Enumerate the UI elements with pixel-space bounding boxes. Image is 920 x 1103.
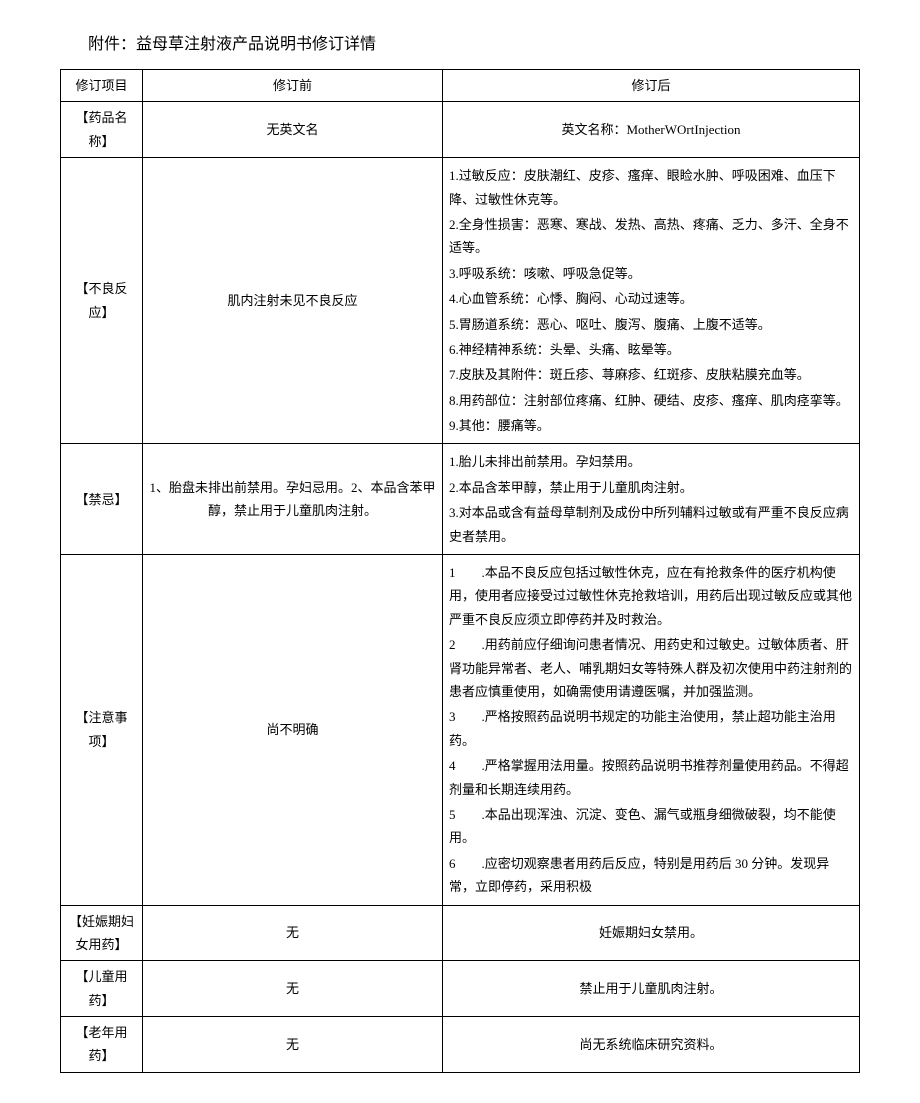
row-label: 【妊娠期妇女用药】 xyxy=(61,905,143,961)
table-row: 【禁忌】 1、胎盘未排出前禁用。孕妇忌用。2、本品含苯甲醇，禁止用于儿童肌肉注射… xyxy=(61,444,860,555)
row-before: 无英文名 xyxy=(143,102,443,158)
list-item: 4 .严格掌握用法用量。按照药品说明书推荐剂量使用药品。不得超剂量和长期连续用药… xyxy=(449,754,853,801)
table-row: 【注意事项】 尚不明确 1 .本品不良反应包括过敏性休克，应在有抢救条件的医疗机… xyxy=(61,555,860,905)
table-row: 【妊娠期妇女用药】 无 妊娠期妇女禁用。 xyxy=(61,905,860,961)
row-after: 妊娠期妇女禁用。 xyxy=(443,905,860,961)
row-label: 【不良反应】 xyxy=(61,158,143,444)
row-before: 无 xyxy=(143,905,443,961)
row-after: 英文名称：MotherWOrtInjection xyxy=(443,102,860,158)
list-item: 4.心血管系统：心悸、胸闷、心动过速等。 xyxy=(449,287,853,310)
row-before: 肌内注射未见不良反应 xyxy=(143,158,443,444)
table-row: 【老年用药】 无 尚无系统临床研究资料。 xyxy=(61,1017,860,1073)
header-col3: 修订后 xyxy=(443,70,860,102)
list-item: 9.其他：腰痛等。 xyxy=(449,414,853,437)
list-item: 1.胎儿未排出前禁用。孕妇禁用。 xyxy=(449,450,853,473)
list-item: 3.对本品或含有益母草制剂及成份中所列辅料过敏或有严重不良反应病史者禁用。 xyxy=(449,501,853,548)
list-item: 3.呼吸系统：咳嗽、呼吸急促等。 xyxy=(449,262,853,285)
list-item: 2 .用药前应仔细询问患者情况、用药史和过敏史。过敏体质者、肝肾功能异常者、老人… xyxy=(449,633,853,703)
header-col2: 修订前 xyxy=(143,70,443,102)
table-row: 【不良反应】 肌内注射未见不良反应 1.过敏反应：皮肤潮红、皮疹、瘙痒、眼睑水肿… xyxy=(61,158,860,444)
list-item: 1 .本品不良反应包括过敏性休克，应在有抢救条件的医疗机构使用，使用者应接受过过… xyxy=(449,561,853,631)
list-item: 2.全身性损害：恶寒、寒战、发热、高热、疼痛、乏力、多汗、全身不适等。 xyxy=(449,213,853,260)
list-item: 7.皮肤及其附件：斑丘疹、荨麻疹、红斑疹、皮肤粘膜充血等。 xyxy=(449,363,853,386)
list-item: 2.本品含苯甲醇，禁止用于儿童肌肉注射。 xyxy=(449,476,853,499)
list-item: 1.过敏反应：皮肤潮红、皮疹、瘙痒、眼睑水肿、呼吸困难、血压下降、过敏性休克等。 xyxy=(449,164,853,211)
table-row: 【药品名称】 无英文名 英文名称：MotherWOrtInjection xyxy=(61,102,860,158)
row-before: 无 xyxy=(143,961,443,1017)
row-after: 尚无系统临床研究资料。 xyxy=(443,1017,860,1073)
row-label: 【禁忌】 xyxy=(61,444,143,555)
row-after: 1 .本品不良反应包括过敏性休克，应在有抢救条件的医疗机构使用，使用者应接受过过… xyxy=(443,555,860,905)
row-label: 【注意事项】 xyxy=(61,555,143,905)
row-label: 【儿童用药】 xyxy=(61,961,143,1017)
row-label: 【老年用药】 xyxy=(61,1017,143,1073)
table-row: 【儿童用药】 无 禁止用于儿童肌肉注射。 xyxy=(61,961,860,1017)
list-item: 6 .应密切观察患者用药后反应，特别是用药后 30 分钟。发现异常，立即停药，采… xyxy=(449,852,853,899)
row-after: 1.过敏反应：皮肤潮红、皮疹、瘙痒、眼睑水肿、呼吸困难、血压下降、过敏性休克等。… xyxy=(443,158,860,444)
row-after: 禁止用于儿童肌肉注射。 xyxy=(443,961,860,1017)
page-title: 附件：益母草注射液产品说明书修订详情 xyxy=(88,30,860,54)
row-before: 1、胎盘未排出前禁用。孕妇忌用。2、本品含苯甲醇，禁止用于儿童肌肉注射。 xyxy=(143,444,443,555)
row-label: 【药品名称】 xyxy=(61,102,143,158)
list-item: 6.神经精神系统：头晕、头痛、眩晕等。 xyxy=(449,338,853,361)
row-before: 无 xyxy=(143,1017,443,1073)
list-item: 3 .严格按照药品说明书规定的功能主治使用，禁止超功能主治用药。 xyxy=(449,705,853,752)
row-after: 1.胎儿未排出前禁用。孕妇禁用。 2.本品含苯甲醇，禁止用于儿童肌肉注射。 3.… xyxy=(443,444,860,555)
list-item: 8.用药部位：注射部位疼痛、红肿、硬结、皮疹、瘙痒、肌肉痉挛等。 xyxy=(449,389,853,412)
revision-table: 修订项目 修订前 修订后 【药品名称】 无英文名 英文名称：MotherWOrt… xyxy=(60,69,860,1073)
row-before: 尚不明确 xyxy=(143,555,443,905)
table-header-row: 修订项目 修订前 修订后 xyxy=(61,70,860,102)
list-item: 5.胃肠道系统：恶心、呕吐、腹泻、腹痛、上腹不适等。 xyxy=(449,313,853,336)
list-item: 5 .本品出现浑浊、沉淀、变色、漏气或瓶身细微破裂，均不能使用。 xyxy=(449,803,853,850)
header-col1: 修订项目 xyxy=(61,70,143,102)
